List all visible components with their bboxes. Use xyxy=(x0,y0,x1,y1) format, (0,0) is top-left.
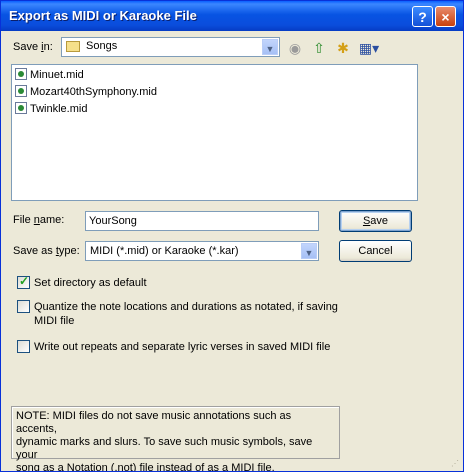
midi-file-icon xyxy=(15,85,27,97)
file-name-input[interactable]: YourSong xyxy=(85,211,319,231)
title-bar[interactable]: Export as MIDI or Karaoke File ? × xyxy=(1,1,463,31)
save-in-dropdown[interactable]: Songs ▼ xyxy=(61,37,280,57)
window-title: Export as MIDI or Karaoke File xyxy=(9,8,197,23)
chevron-down-icon[interactable]: ▼ xyxy=(301,243,317,259)
up-folder-icon[interactable]: ⇧ xyxy=(309,39,329,57)
list-item[interactable]: Twinkle.mid xyxy=(15,101,87,117)
close-button[interactable]: × xyxy=(435,6,456,27)
file-name-label: File name: xyxy=(13,214,65,226)
set-directory-default-checkbox[interactable] xyxy=(17,274,30,289)
save-in-label: Save in: xyxy=(13,41,53,53)
note-line: NOTE: MIDI files do not save music annot… xyxy=(16,410,292,435)
file-list[interactable]: Minuet.mid Mozart40thSymphony.mid Twinkl… xyxy=(11,64,418,201)
note-line: dynamic marks and slurs. To save such mu… xyxy=(16,436,313,461)
write-repeats-checkbox[interactable] xyxy=(17,340,30,353)
quantize-label-line2: MIDI file xyxy=(34,315,75,327)
write-repeats-label: Write out repeats and separate lyric ver… xyxy=(34,341,331,353)
folder-icon xyxy=(66,41,80,52)
save-as-type-label: Save as type: xyxy=(13,245,80,257)
save-as-type-dropdown[interactable]: MIDI (*.mid) or Karaoke (*.kar) ▼ xyxy=(85,241,319,261)
chevron-down-icon[interactable]: ▼ xyxy=(262,39,278,55)
list-item[interactable]: Minuet.mid xyxy=(15,67,84,83)
save-as-type-value: MIDI (*.mid) or Karaoke (*.kar) xyxy=(90,245,239,257)
quantize-checkbox[interactable] xyxy=(17,300,30,313)
save-in-value: Songs xyxy=(86,40,118,52)
help-button[interactable]: ? xyxy=(412,6,433,27)
note-line: song as a Notation (.not) file instead o… xyxy=(16,462,275,472)
export-dialog: Export as MIDI or Karaoke File ? × Save … xyxy=(0,0,464,472)
views-menu-icon[interactable]: ▦▾ xyxy=(357,39,381,57)
save-button[interactable]: Save xyxy=(339,210,412,232)
cancel-button[interactable]: Cancel xyxy=(339,240,412,262)
back-icon[interactable]: ◉ xyxy=(285,39,305,57)
resize-grip-icon[interactable]: ⋰ xyxy=(451,459,461,469)
note-box: NOTE: MIDI files do not save music annot… xyxy=(11,406,340,471)
list-item[interactable]: Mozart40thSymphony.mid xyxy=(15,84,157,100)
midi-file-icon xyxy=(15,102,27,114)
new-folder-icon[interactable]: ✱ xyxy=(333,39,353,57)
set-directory-default-label: Set directory as default xyxy=(34,277,147,289)
midi-file-icon xyxy=(15,68,27,80)
quantize-label-line1: Quantize the note locations and duration… xyxy=(34,301,338,313)
